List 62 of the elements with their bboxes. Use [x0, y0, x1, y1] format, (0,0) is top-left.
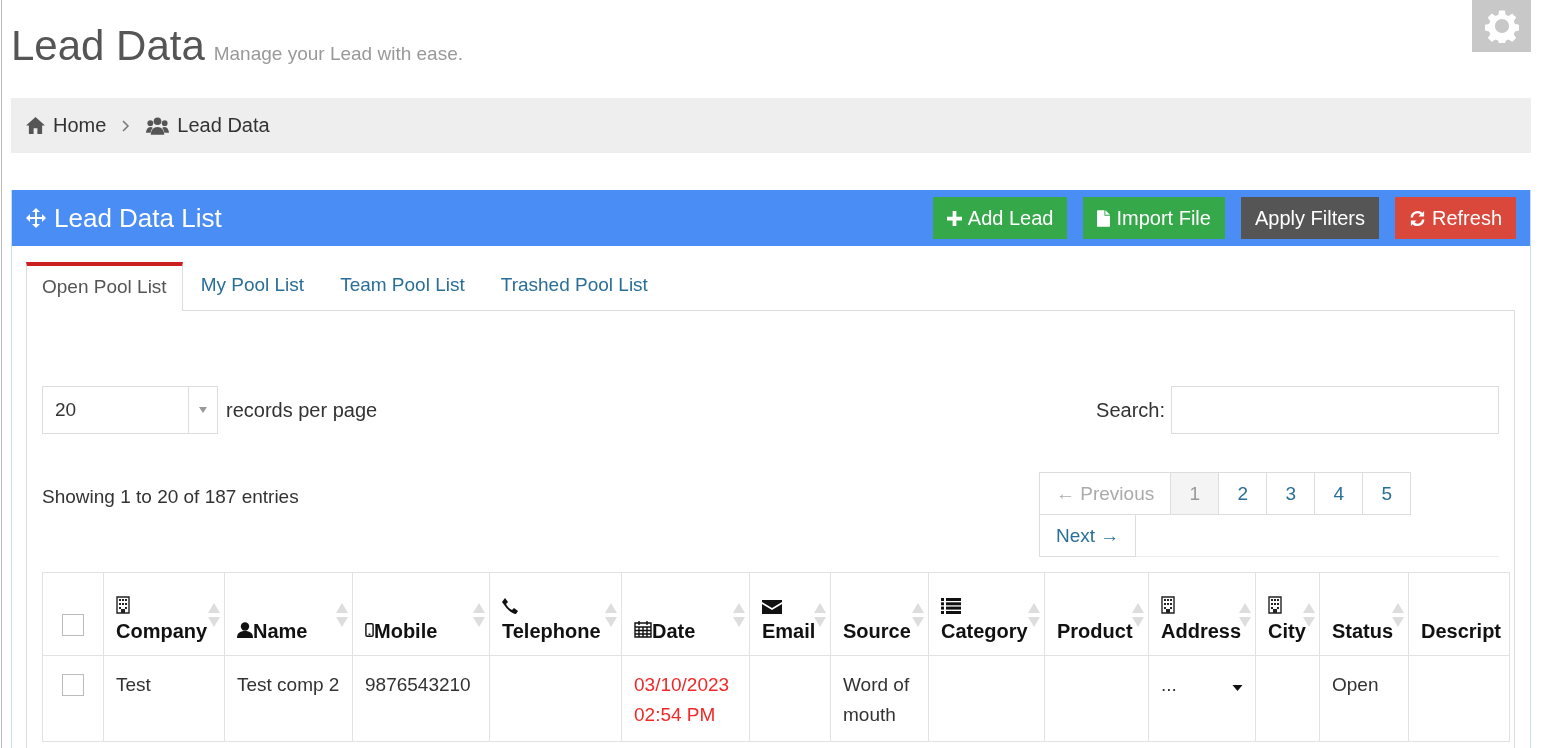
action-button[interactable]: Refresh — [1394, 197, 1516, 239]
caret-icon — [1232, 685, 1243, 691]
column-header[interactable]: Email — [749, 572, 831, 656]
table-cell: Test comp 2 — [237, 674, 340, 695]
column-header[interactable]: Product — [1044, 572, 1149, 656]
chevron-icon — [122, 119, 131, 132]
building-icon — [1161, 596, 1175, 614]
refresh-icon — [1408, 209, 1426, 227]
move-icon — [26, 208, 46, 228]
tab[interactable]: Team Pool List — [322, 262, 483, 310]
column-header[interactable]: Date — [621, 572, 750, 656]
building-icon — [1268, 596, 1282, 614]
action-button[interactable]: Apply Filters — [1240, 197, 1379, 239]
tab[interactable]: Open Pool List — [26, 262, 183, 311]
breadcrumb-link[interactable]: Home — [53, 114, 107, 137]
phone-icon — [502, 598, 518, 614]
table-cell: Word of mouth — [843, 674, 910, 725]
page-link[interactable]: 5 — [1362, 472, 1412, 515]
table-cell: 9876543210 — [365, 674, 471, 695]
search-field[interactable] — [1171, 386, 1499, 434]
page-link[interactable]: Next → — [1039, 514, 1137, 557]
building-icon — [116, 596, 130, 614]
search-label: Search: — [1096, 398, 1165, 422]
entries-info: Showing 1 to 20 of 187 entries — [42, 486, 299, 508]
column-header[interactable]: Descript — [1408, 572, 1510, 656]
column-header[interactable]: Mobile — [352, 572, 490, 656]
page-title: Lead Data — [11, 22, 205, 69]
breadcrumb-link[interactable]: Lead Data — [177, 114, 270, 137]
user-icon — [237, 622, 253, 638]
page-link[interactable]: 3 — [1266, 472, 1316, 515]
page-length-label: records per page — [226, 398, 378, 422]
tab[interactable]: My Pool List — [182, 262, 323, 310]
users-icon — [146, 116, 170, 135]
page-link[interactable]: 4 — [1314, 472, 1364, 515]
column-header[interactable]: Name — [224, 572, 353, 656]
page-length-select[interactable]: 20 — [42, 386, 218, 434]
column-header[interactable]: Address — [1148, 572, 1256, 656]
settings-button[interactable] — [1472, 0, 1531, 52]
row-checkbox[interactable] — [62, 674, 84, 696]
mobile-icon — [365, 622, 374, 638]
list-icon — [941, 598, 961, 614]
file-icon — [1097, 209, 1111, 227]
panel-title: Lead Data List — [54, 202, 223, 234]
page-link[interactable]: 2 — [1218, 472, 1268, 515]
envelope-icon — [762, 600, 782, 614]
home-icon — [26, 117, 45, 134]
page-subtitle: Manage your Lead with ease. — [213, 43, 463, 64]
column-header[interactable]: Company — [103, 572, 225, 656]
column-header[interactable]: Category — [928, 572, 1045, 656]
table-cell: Test — [116, 674, 151, 695]
plus-icon — [946, 210, 962, 226]
select-all-checkbox[interactable] — [62, 614, 84, 636]
column-header[interactable]: Source — [830, 572, 929, 656]
tab[interactable]: Trashed Pool List — [482, 262, 666, 310]
table-cell: 03/10/2023 02:54 PM — [634, 674, 730, 725]
table-cell: Open — [1332, 674, 1379, 695]
gear-icon — [1484, 9, 1519, 43]
caret-icon — [199, 407, 207, 413]
column-header[interactable]: City — [1255, 572, 1320, 656]
column-header[interactable]: Telephone — [489, 572, 622, 656]
column-header[interactable]: Status — [1319, 572, 1409, 656]
calendar-icon — [634, 620, 652, 638]
